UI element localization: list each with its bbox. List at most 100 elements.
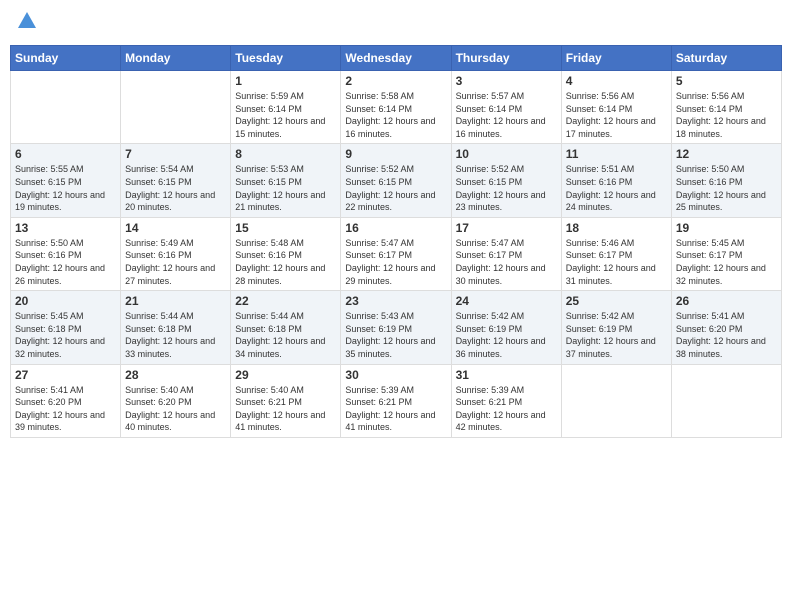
day-number: 8 — [235, 147, 336, 161]
calendar-cell: 5 Sunrise: 5:56 AMSunset: 6:14 PMDaylight… — [671, 71, 781, 144]
day-number: 30 — [345, 368, 446, 382]
day-info: Sunrise: 5:56 AMSunset: 6:14 PMDaylight:… — [676, 90, 777, 140]
day-info: Sunrise: 5:43 AMSunset: 6:19 PMDaylight:… — [345, 310, 446, 360]
calendar-day-header: Sunday — [11, 46, 121, 71]
day-number: 2 — [345, 74, 446, 88]
day-number: 25 — [566, 294, 667, 308]
day-info: Sunrise: 5:47 AMSunset: 6:17 PMDaylight:… — [456, 237, 557, 287]
calendar-week-row: 20 Sunrise: 5:45 AMSunset: 6:18 PMDayligh… — [11, 291, 782, 364]
day-info: Sunrise: 5:42 AMSunset: 6:19 PMDaylight:… — [456, 310, 557, 360]
calendar-cell: 31 Sunrise: 5:39 AMSunset: 6:21 PMDayligh… — [451, 364, 561, 437]
day-number: 5 — [676, 74, 777, 88]
calendar-cell: 28 Sunrise: 5:40 AMSunset: 6:20 PMDayligh… — [121, 364, 231, 437]
day-info: Sunrise: 5:45 AMSunset: 6:18 PMDaylight:… — [15, 310, 116, 360]
calendar-cell — [121, 71, 231, 144]
logo-icon — [16, 10, 38, 32]
day-number: 1 — [235, 74, 336, 88]
day-number: 31 — [456, 368, 557, 382]
day-info: Sunrise: 5:48 AMSunset: 6:16 PMDaylight:… — [235, 237, 336, 287]
calendar-cell: 26 Sunrise: 5:41 AMSunset: 6:20 PMDayligh… — [671, 291, 781, 364]
day-number: 26 — [676, 294, 777, 308]
day-info: Sunrise: 5:41 AMSunset: 6:20 PMDaylight:… — [676, 310, 777, 360]
day-info: Sunrise: 5:52 AMSunset: 6:15 PMDaylight:… — [456, 163, 557, 213]
day-number: 10 — [456, 147, 557, 161]
day-number: 16 — [345, 221, 446, 235]
day-info: Sunrise: 5:53 AMSunset: 6:15 PMDaylight:… — [235, 163, 336, 213]
calendar-table: SundayMondayTuesdayWednesdayThursdayFrid… — [10, 45, 782, 438]
calendar-week-row: 27Sunrise: 5:41 AMSunset: 6:20 PMDayligh… — [11, 364, 782, 437]
day-info: Sunrise: 5:45 AMSunset: 6:17 PMDaylight:… — [676, 237, 777, 287]
day-info: Sunrise: 5:57 AMSunset: 6:14 PMDaylight:… — [456, 90, 557, 140]
day-number: 23 — [345, 294, 446, 308]
calendar-cell: 10 Sunrise: 5:52 AMSunset: 6:15 PMDayligh… — [451, 144, 561, 217]
calendar-cell: 30 Sunrise: 5:39 AMSunset: 6:21 PMDayligh… — [341, 364, 451, 437]
day-info: Sunrise: 5:49 AMSunset: 6:16 PMDaylight:… — [125, 237, 226, 287]
day-number: 11 — [566, 147, 667, 161]
calendar-cell: 22Sunrise: 5:44 AMSunset: 6:18 PMDayligh… — [231, 291, 341, 364]
calendar-day-header: Tuesday — [231, 46, 341, 71]
calendar-cell — [671, 364, 781, 437]
calendar-cell: 1 Sunrise: 5:59 AMSunset: 6:14 PMDaylight… — [231, 71, 341, 144]
calendar-cell: 20 Sunrise: 5:45 AMSunset: 6:18 PMDayligh… — [11, 291, 121, 364]
calendar-cell: 11 Sunrise: 5:51 AMSunset: 6:16 PMDayligh… — [561, 144, 671, 217]
calendar-cell — [11, 71, 121, 144]
day-info: Sunrise: 5:40 AMSunset: 6:20 PMDaylight:… — [125, 384, 226, 434]
day-number: 6 — [15, 147, 116, 161]
day-info: Sunrise: 5:58 AMSunset: 6:14 PMDaylight:… — [345, 90, 446, 140]
calendar-cell: 29 Sunrise: 5:40 AMSunset: 6:21 PMDayligh… — [231, 364, 341, 437]
logo — [14, 10, 38, 37]
calendar-cell: 6 Sunrise: 5:55 AMSunset: 6:15 PMDaylight… — [11, 144, 121, 217]
day-number: 3 — [456, 74, 557, 88]
calendar-cell: 16 Sunrise: 5:47 AMSunset: 6:17 PMDayligh… — [341, 217, 451, 290]
calendar-cell: 18 Sunrise: 5:46 AMSunset: 6:17 PMDayligh… — [561, 217, 671, 290]
calendar-cell: 3 Sunrise: 5:57 AMSunset: 6:14 PMDaylight… — [451, 71, 561, 144]
day-number: 18 — [566, 221, 667, 235]
page-header — [10, 10, 782, 37]
calendar-header-row: SundayMondayTuesdayWednesdayThursdayFrid… — [11, 46, 782, 71]
calendar-day-header: Thursday — [451, 46, 561, 71]
day-info: Sunrise: 5:40 AMSunset: 6:21 PMDaylight:… — [235, 384, 336, 434]
day-info: Sunrise: 5:42 AMSunset: 6:19 PMDaylight:… — [566, 310, 667, 360]
day-number: 13 — [15, 221, 116, 235]
day-info: Sunrise: 5:39 AMSunset: 6:21 PMDaylight:… — [456, 384, 557, 434]
day-info: Sunrise: 5:39 AMSunset: 6:21 PMDaylight:… — [345, 384, 446, 434]
calendar-day-header: Friday — [561, 46, 671, 71]
calendar-cell — [561, 364, 671, 437]
calendar-cell: 25 Sunrise: 5:42 AMSunset: 6:19 PMDayligh… — [561, 291, 671, 364]
day-info: Sunrise: 5:51 AMSunset: 6:16 PMDaylight:… — [566, 163, 667, 213]
day-number: 17 — [456, 221, 557, 235]
day-number: 4 — [566, 74, 667, 88]
day-number: 14 — [125, 221, 226, 235]
day-number: 9 — [345, 147, 446, 161]
calendar-cell: 2 Sunrise: 5:58 AMSunset: 6:14 PMDaylight… — [341, 71, 451, 144]
calendar-week-row: 1 Sunrise: 5:59 AMSunset: 6:14 PMDaylight… — [11, 71, 782, 144]
day-info: Sunrise: 5:47 AMSunset: 6:17 PMDaylight:… — [345, 237, 446, 287]
calendar-cell: 9 Sunrise: 5:52 AMSunset: 6:15 PMDaylight… — [341, 144, 451, 217]
day-info: Sunrise: 5:50 AMSunset: 6:16 PMDaylight:… — [676, 163, 777, 213]
day-number: 19 — [676, 221, 777, 235]
calendar-cell: 13Sunrise: 5:50 AMSunset: 6:16 PMDayligh… — [11, 217, 121, 290]
calendar-cell: 21Sunrise: 5:44 AMSunset: 6:18 PMDayligh… — [121, 291, 231, 364]
calendar-week-row: 6 Sunrise: 5:55 AMSunset: 6:15 PMDaylight… — [11, 144, 782, 217]
day-info: Sunrise: 5:59 AMSunset: 6:14 PMDaylight:… — [235, 90, 336, 140]
day-number: 21 — [125, 294, 226, 308]
day-number: 12 — [676, 147, 777, 161]
day-number: 22 — [235, 294, 336, 308]
day-info: Sunrise: 5:52 AMSunset: 6:15 PMDaylight:… — [345, 163, 446, 213]
calendar-cell: 12 Sunrise: 5:50 AMSunset: 6:16 PMDayligh… — [671, 144, 781, 217]
calendar-week-row: 13Sunrise: 5:50 AMSunset: 6:16 PMDayligh… — [11, 217, 782, 290]
day-number: 28 — [125, 368, 226, 382]
day-info: Sunrise: 5:41 AMSunset: 6:20 PMDaylight:… — [15, 384, 116, 434]
calendar-cell: 7 Sunrise: 5:54 AMSunset: 6:15 PMDaylight… — [121, 144, 231, 217]
day-number: 20 — [15, 294, 116, 308]
day-number: 24 — [456, 294, 557, 308]
day-info: Sunrise: 5:46 AMSunset: 6:17 PMDaylight:… — [566, 237, 667, 287]
day-number: 29 — [235, 368, 336, 382]
calendar-day-header: Monday — [121, 46, 231, 71]
day-info: Sunrise: 5:55 AMSunset: 6:15 PMDaylight:… — [15, 163, 116, 213]
calendar-cell: 23 Sunrise: 5:43 AMSunset: 6:19 PMDayligh… — [341, 291, 451, 364]
day-number: 7 — [125, 147, 226, 161]
calendar-day-header: Saturday — [671, 46, 781, 71]
calendar-cell: 17 Sunrise: 5:47 AMSunset: 6:17 PMDayligh… — [451, 217, 561, 290]
day-info: Sunrise: 5:54 AMSunset: 6:15 PMDaylight:… — [125, 163, 226, 213]
